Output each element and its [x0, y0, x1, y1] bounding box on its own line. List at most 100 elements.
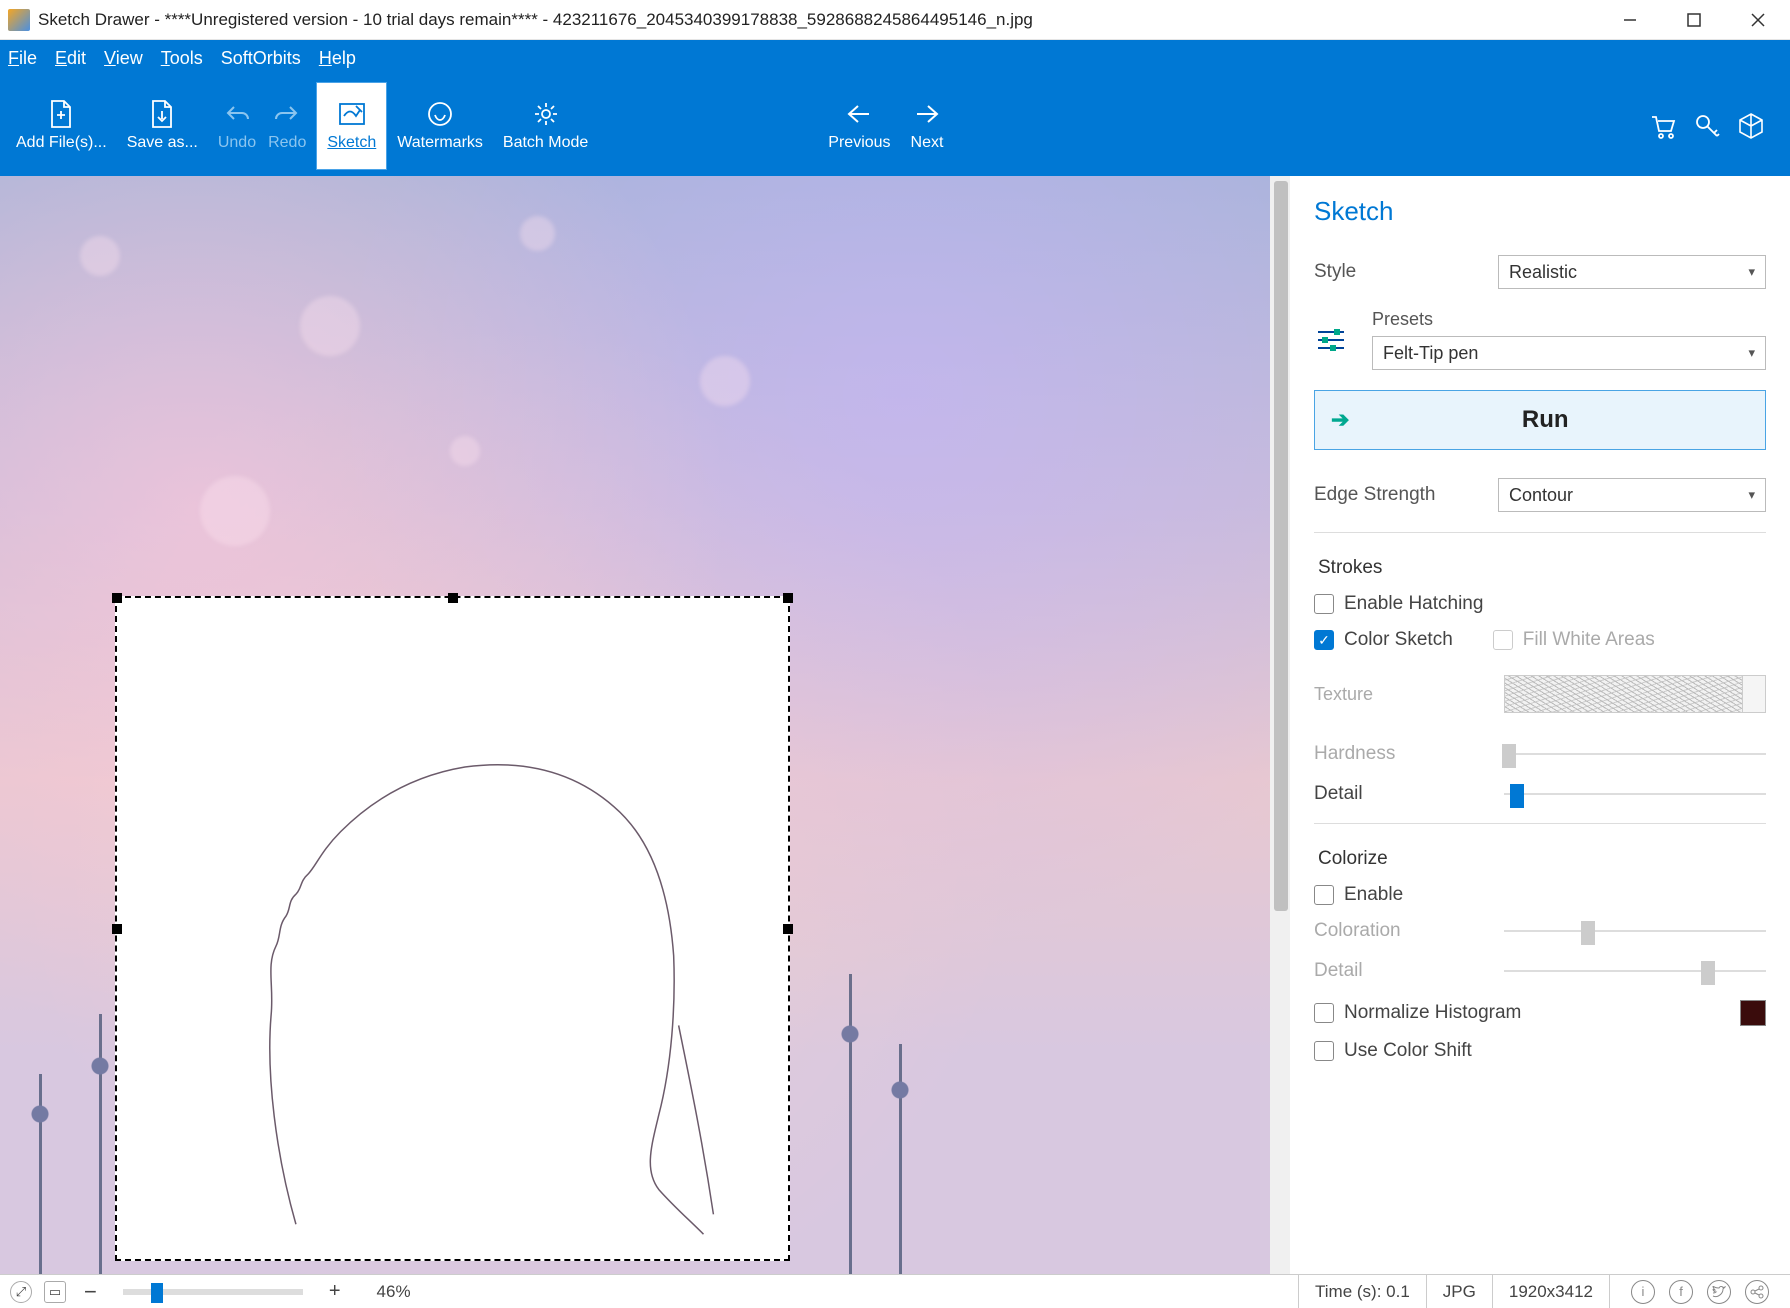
sketch-outline	[117, 598, 788, 1259]
enable-hatching-checkbox[interactable]	[1314, 594, 1334, 614]
undo-label: Undo	[218, 133, 256, 153]
zoom-in-button[interactable]: +	[323, 1280, 347, 1303]
save-icon	[147, 99, 177, 129]
info-icon[interactable]: i	[1631, 1280, 1655, 1304]
detail-slider[interactable]	[1504, 784, 1766, 804]
status-format: JPG	[1426, 1275, 1492, 1308]
batch-label: Batch Mode	[503, 133, 588, 153]
zoom-value: 46%	[377, 1282, 411, 1302]
fill-white-label: Fill White Areas	[1523, 629, 1655, 651]
color-shift-checkbox[interactable]	[1314, 1041, 1334, 1061]
redo-button[interactable]: Redo	[258, 82, 316, 170]
menubar: File Edit View Tools SoftOrbits Help	[0, 40, 1790, 76]
redo-label: Redo	[268, 133, 306, 153]
edge-strength-select[interactable]: Contour ▾	[1498, 478, 1766, 512]
scrollbar-thumb[interactable]	[1274, 181, 1288, 911]
texture-select[interactable]	[1504, 675, 1766, 713]
enable-hatching-label: Enable Hatching	[1344, 593, 1483, 615]
chevron-down-icon: ▾	[1748, 345, 1755, 361]
status-dimensions: 1920x3412	[1492, 1275, 1609, 1308]
sketch-label: Sketch	[327, 133, 376, 153]
panel-title: Sketch	[1314, 196, 1766, 227]
sketch-selection[interactable]	[115, 596, 790, 1261]
menu-softorbits[interactable]: SoftOrbits	[221, 48, 301, 69]
color-sketch-label: Color Sketch	[1344, 629, 1453, 651]
app-icon	[8, 9, 30, 31]
run-arrow-icon: ➔	[1331, 407, 1349, 433]
colorize-enable-label: Enable	[1344, 884, 1403, 906]
minimize-button[interactable]	[1598, 0, 1662, 40]
detail-label: Detail	[1314, 783, 1484, 805]
maximize-button[interactable]	[1662, 0, 1726, 40]
watermarks-button[interactable]: Watermarks	[387, 82, 493, 170]
style-label: Style	[1314, 261, 1484, 283]
menu-view[interactable]: View	[104, 48, 143, 69]
arrow-left-icon	[844, 99, 874, 129]
next-label: Next	[911, 133, 944, 153]
previous-label: Previous	[828, 133, 890, 153]
sketch-button[interactable]: Sketch	[316, 82, 387, 170]
zoom-out-button[interactable]: −	[78, 1279, 103, 1305]
status-time: Time (s): 0.1	[1298, 1275, 1426, 1308]
normalize-label: Normalize Histogram	[1344, 1002, 1521, 1024]
colorize-detail-slider[interactable]	[1504, 961, 1766, 981]
hardness-slider[interactable]	[1504, 744, 1766, 764]
share-icon[interactable]	[1745, 1280, 1769, 1304]
window-title: Sketch Drawer - ****Unregistered version…	[38, 10, 1598, 30]
color-sketch-checkbox[interactable]: ✓	[1314, 630, 1334, 650]
add-files-button[interactable]: Add File(s)...	[6, 82, 117, 170]
zoom-fit-icon[interactable]: ⤢	[10, 1281, 32, 1303]
texture-label: Texture	[1314, 684, 1484, 705]
statusbar: ⤢ ▭ − + 46% Time (s): 0.1 JPG 1920x3412 …	[0, 1274, 1790, 1308]
titlebar: Sketch Drawer - ****Unregistered version…	[0, 0, 1790, 40]
coloration-slider[interactable]	[1504, 921, 1766, 941]
redo-icon	[272, 99, 302, 129]
batch-button[interactable]: Batch Mode	[493, 82, 598, 170]
colorize-enable-checkbox[interactable]	[1314, 885, 1334, 905]
key-icon[interactable]	[1692, 111, 1722, 141]
previous-button[interactable]: Previous	[818, 82, 900, 170]
chevron-down-icon: ▾	[1748, 264, 1755, 280]
coloration-label: Coloration	[1314, 920, 1484, 942]
zoom-actual-icon[interactable]: ▭	[44, 1281, 66, 1303]
next-button[interactable]: Next	[901, 82, 954, 170]
toolbar: Add File(s)... Save as... Undo Redo Sket…	[0, 76, 1790, 176]
watermarks-label: Watermarks	[397, 133, 483, 153]
color-shift-label: Use Color Shift	[1344, 1040, 1472, 1062]
strokes-heading: Strokes	[1314, 557, 1766, 579]
menu-file[interactable]: File	[8, 48, 37, 69]
vertical-scrollbar[interactable]	[1270, 176, 1290, 1274]
add-files-label: Add File(s)...	[16, 133, 107, 153]
canvas-area[interactable]	[0, 176, 1290, 1274]
hardness-label: Hardness	[1314, 743, 1484, 765]
watermark-icon	[425, 99, 455, 129]
edge-strength-label: Edge Strength	[1314, 484, 1484, 506]
cube-icon[interactable]	[1736, 111, 1766, 141]
presets-label: Presets	[1372, 309, 1766, 330]
style-select[interactable]: Realistic ▾	[1498, 255, 1766, 289]
normalize-checkbox[interactable]	[1314, 1003, 1334, 1023]
colorize-heading: Colorize	[1314, 848, 1766, 870]
arrow-right-icon	[912, 99, 942, 129]
run-button[interactable]: ➔ Run	[1314, 390, 1766, 450]
color-swatch[interactable]	[1740, 1000, 1766, 1026]
gear-icon	[531, 99, 561, 129]
twitter-icon[interactable]	[1707, 1280, 1731, 1304]
presets-select[interactable]: Felt-Tip pen ▾	[1372, 336, 1766, 370]
save-as-button[interactable]: Save as...	[117, 82, 208, 170]
chevron-down-icon: ▾	[1748, 487, 1755, 503]
close-button[interactable]	[1726, 0, 1790, 40]
menu-tools[interactable]: Tools	[161, 48, 203, 69]
sidebar-panel: Sketch Style Realistic ▾ Presets Felt-Ti…	[1290, 176, 1790, 1274]
cart-icon[interactable]	[1648, 111, 1678, 141]
zoom-slider-thumb[interactable]	[151, 1283, 163, 1303]
fill-white-checkbox	[1493, 630, 1513, 650]
menu-edit[interactable]: Edit	[55, 48, 86, 69]
zoom-slider[interactable]	[123, 1289, 303, 1295]
facebook-icon[interactable]: f	[1669, 1280, 1693, 1304]
add-file-icon	[46, 99, 76, 129]
colorize-detail-label: Detail	[1314, 960, 1484, 982]
menu-help[interactable]: Help	[319, 48, 356, 69]
sketch-icon	[337, 99, 367, 129]
presets-icon[interactable]	[1314, 323, 1348, 357]
